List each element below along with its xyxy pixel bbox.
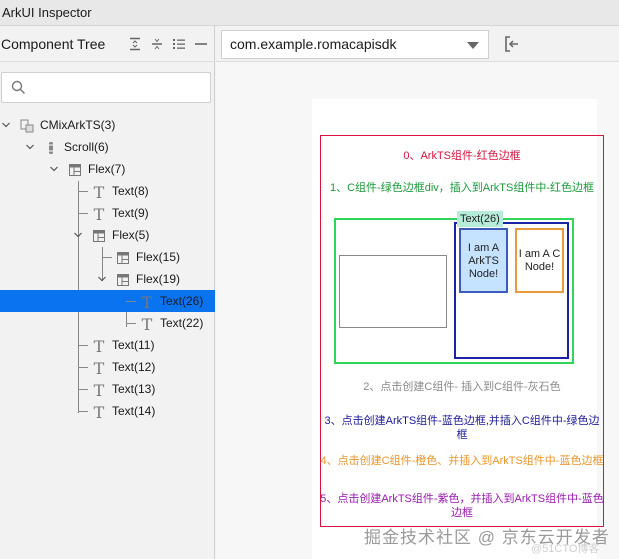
tree-node[interactable]: Flex(5) [0,224,215,246]
component-tree-panel: Component Tree CMixArkTS(3) Scroll(6) Flex… [0,26,215,559]
text-icon: T [92,205,106,224]
tree-branch-line [78,367,88,368]
tree-branch-line [126,301,136,302]
text-icon: T [140,315,154,334]
preview-header: com.example.romacapisdk [216,26,619,62]
tree-node-label: Flex(15) [136,250,181,264]
tree-node[interactable]: CMixArkTS(3) [0,114,215,136]
search-input[interactable] [1,72,211,103]
svg-text:T: T [142,316,153,332]
svg-text:T: T [142,294,153,310]
component-icon [20,118,34,133]
preview-text-0[interactable]: 0、ArkTS组件-红色边框 [320,149,604,163]
arkts-node-text[interactable]: I am A ArkTS Node! [459,228,508,293]
flex-icon [116,250,130,264]
tree-node-label: Text(13) [112,382,156,396]
text-icon: T [92,403,106,422]
tree-node-label: Flex(5) [112,228,150,242]
tree-node-label: Scroll(6) [64,140,109,154]
text-icon: T [92,359,106,378]
search-icon [11,80,26,100]
text-icon: T [92,183,106,202]
chevron-down-icon[interactable] [72,224,84,246]
tree-branch-line [78,411,88,412]
tree-branch-line [126,323,136,324]
svg-text:T: T [94,184,105,200]
tree-node-label: Text(11) [112,338,155,352]
chevron-down-icon[interactable] [96,268,108,290]
tree-branch-line [78,345,88,346]
tree-node-label: Text(26) [160,294,204,308]
flex-icon [116,272,130,286]
tree-branch-line [102,257,112,258]
preview-text-4[interactable]: 4、点击创建C组件-橙色、并插入到ArkTS组件中-蓝色边框 [320,454,604,468]
expand-all-icon[interactable] [126,35,144,53]
tree-branch-line [78,389,88,390]
tree-node[interactable]: T Text(13) [0,378,215,400]
tree-node[interactable]: T Text(9) [0,202,215,224]
tree-node-label: CMixArkTS(3) [40,118,116,132]
panel-title: Component Tree [1,35,106,52]
flex-icon [92,228,106,242]
chevron-down-icon[interactable] [0,114,12,136]
c-component-grey-box[interactable] [339,255,447,328]
tree-node[interactable]: T Text(22) [0,312,215,334]
text-icon: T [92,381,106,400]
svg-text:T: T [94,206,105,222]
tree-node-label: Text(22) [160,316,204,330]
svg-text:T: T [94,338,105,354]
window-title: ArkUI Inspector [2,5,92,20]
tree-node[interactable]: T Text(26) [0,290,215,312]
tree-node[interactable]: T Text(8) [0,180,215,202]
preview-text-5[interactable]: 5、点击创建ArkTS组件-紫色，并插入到ArkTS组件中-蓝色边框 [320,492,604,520]
text-icon: T [140,293,154,312]
tree-node[interactable]: T Text(12) [0,356,215,378]
dropdown-arrow-icon [467,42,479,49]
preview-text-1[interactable]: 1、C组件-绿色边框div，插入到ArkTS组件中-红色边框 [320,181,604,195]
scroll-icon [44,140,58,154]
list-icon[interactable] [170,35,188,53]
tree-node[interactable]: Scroll(6) [0,136,215,158]
preview-text-3[interactable]: 3、点击创建ArkTS组件-蓝色边框,并插入C组件中-绿色边框 [320,414,604,442]
tree-branch-line [78,213,88,214]
selected-component-badge: Text(26) [457,211,503,227]
svg-text:T: T [94,360,105,376]
tree-node-label: Text(8) [112,184,149,198]
preview-text-2[interactable]: 2、点击创建C组件- 插入到C组件-灰石色 [320,380,604,394]
tree-node[interactable]: Flex(15) [0,246,215,268]
chevron-down-icon[interactable] [24,136,36,158]
exit-icon[interactable] [503,35,521,53]
tree-node-label: Flex(7) [88,162,126,176]
tree-node[interactable]: T Text(11) [0,334,215,356]
tree-node[interactable]: T Text(14) [0,400,215,422]
tree-node[interactable]: Flex(7) [0,158,215,180]
watermark-secondary: @51CTO博客 [531,543,600,555]
minimize-icon[interactable] [192,35,210,53]
flex-icon [68,162,82,176]
tree-node-label: Flex(19) [136,272,181,286]
preview-panel: com.example.romacapisdk 0、ArkTS组件-红色边框 1… [216,26,619,559]
text-icon: T [92,337,106,356]
svg-text:T: T [94,382,105,398]
tree-branch-line [78,191,88,192]
window-titlebar: ArkUI Inspector [0,0,619,26]
c-node-text[interactable]: I am A C Node! [515,228,564,293]
app-selector[interactable]: com.example.romacapisdk [221,30,489,59]
chevron-down-icon[interactable] [48,158,60,180]
tree-node[interactable]: Flex(19) [0,268,215,290]
svg-text:T: T [94,404,105,420]
component-tree-header: Component Tree [0,26,214,62]
collapse-all-icon[interactable] [148,35,166,53]
app-selector-value: com.example.romacapisdk [230,36,397,52]
tree-node-label: Text(9) [112,206,149,220]
tree-node-label: Text(12) [112,360,156,374]
tree-node-label: Text(14) [112,404,156,418]
